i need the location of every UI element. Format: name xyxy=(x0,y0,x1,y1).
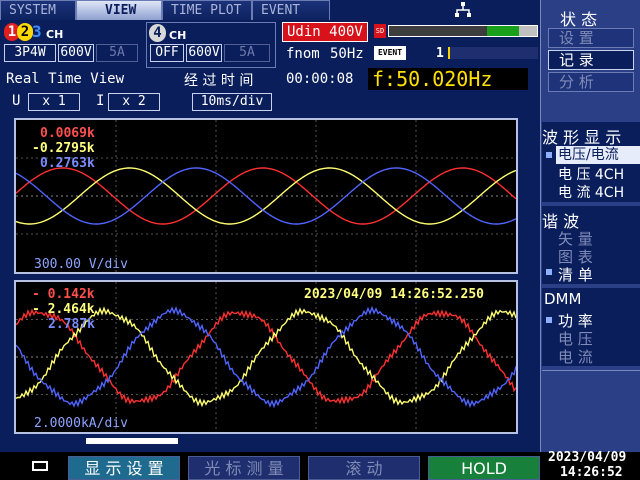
timebase[interactable]: 10ms/div xyxy=(192,93,272,111)
udin-setting: Udin 400V xyxy=(282,22,368,42)
sd-usage-bar xyxy=(388,25,538,37)
dmm-title: DMM xyxy=(544,290,582,308)
clock-time: 14:26:52 xyxy=(560,465,623,480)
network-icon xyxy=(455,2,471,17)
fnom-label: fnom xyxy=(286,46,320,62)
ch4-current-range[interactable]: 5A xyxy=(224,44,270,62)
current-value-ch1: - 0.142k xyxy=(32,287,95,302)
scroll-indicator[interactable] xyxy=(86,438,178,444)
tab-event[interactable]: EVENT xyxy=(252,0,330,20)
ch4-state[interactable]: OFF xyxy=(150,44,184,62)
ch4-suffix: CH xyxy=(169,29,187,42)
event-icon: EVENT xyxy=(374,46,406,60)
harm-item-list-bullet xyxy=(546,269,552,275)
current-div-label: 2.0000kA/div xyxy=(34,416,128,431)
elapsed-time: 00:00:08 xyxy=(286,71,354,87)
u-scale[interactable]: x 1 xyxy=(28,93,80,111)
status-setup[interactable]: 设 置 xyxy=(548,28,634,48)
display-settings-button[interactable]: 显 示 设 置 xyxy=(68,456,180,480)
wave-item-vi[interactable]: 电压/电流 xyxy=(556,146,640,164)
harm-item-list[interactable]: 清 单 xyxy=(558,264,593,285)
voltage-value-ch1: 0.0069k xyxy=(40,126,95,141)
current-value-ch2: - 2.464k xyxy=(32,302,95,317)
i-label: I xyxy=(96,93,105,109)
empty-softkey xyxy=(542,370,640,452)
status-title: 状 态 xyxy=(560,10,598,29)
event-bar xyxy=(448,47,538,59)
capture-timestamp: 2023/04/09 14:26:52.250 xyxy=(304,287,485,302)
u-label: U xyxy=(12,93,21,109)
view-name: Real Time View xyxy=(6,71,125,87)
status-record[interactable]: 记 录 xyxy=(548,50,634,70)
hold-button[interactable]: HOLD xyxy=(428,456,540,480)
wave-item-vi-bullet xyxy=(546,152,552,158)
wave-title: 波 形 显 示 xyxy=(542,128,622,147)
tab-time-plot[interactable]: TIME PLOT xyxy=(162,0,252,20)
ch3-badge: 3 xyxy=(32,22,42,41)
status-analyze[interactable]: 分 析 xyxy=(548,72,634,92)
tab-view[interactable]: VIEW xyxy=(76,0,162,20)
current-range[interactable]: 5A xyxy=(96,44,138,62)
ch4-voltage-range[interactable]: 600V xyxy=(186,44,222,62)
frequency-display: f:50.020Hz xyxy=(368,68,528,90)
ch4-badge: 4 xyxy=(149,24,166,42)
scroll-button[interactable]: 滚 动 xyxy=(308,456,420,480)
cursor-measure-button[interactable]: 光 标 测 量 xyxy=(188,456,300,480)
wiring-mode[interactable]: 3P4W xyxy=(4,44,56,62)
voltage-div-label: 300.00 V/div xyxy=(34,257,128,272)
wave-item-v4ch[interactable]: 电 压 4CH xyxy=(558,164,624,184)
voltage-waveform-panel: 0.0069k -0.2795k 0.2763k 300.00 V/div xyxy=(14,118,518,274)
voltage-range[interactable]: 600V xyxy=(58,44,94,62)
current-waveform-panel: - 0.142k - 2.464k 2.787k 2023/04/09 14:2… xyxy=(14,280,518,434)
voltage-value-ch2: -0.2795k xyxy=(32,141,95,156)
screenshot-icon[interactable] xyxy=(32,461,48,471)
elapsed-label: 经 过 时 间 xyxy=(184,73,254,89)
current-value-ch3: 2.787k xyxy=(48,317,95,332)
ch-suffix: CH xyxy=(46,28,64,41)
i-scale[interactable]: x 2 xyxy=(108,93,160,111)
ch2-badge: 2 xyxy=(17,23,33,41)
event-count: 1 xyxy=(436,46,444,61)
tab-system[interactable]: SYSTEM xyxy=(0,0,76,20)
dmm-item-current[interactable]: 电 流 xyxy=(558,346,593,367)
clock-date: 2023/04/09 xyxy=(548,450,627,465)
wave-item-i4ch[interactable]: 电 流 4CH xyxy=(558,182,624,202)
dmm-item-power-bullet xyxy=(546,317,552,323)
fnom-value: 50Hz xyxy=(330,46,364,62)
sd-card-icon: SD xyxy=(374,24,386,38)
voltage-value-ch3: 0.2763k xyxy=(40,156,95,171)
